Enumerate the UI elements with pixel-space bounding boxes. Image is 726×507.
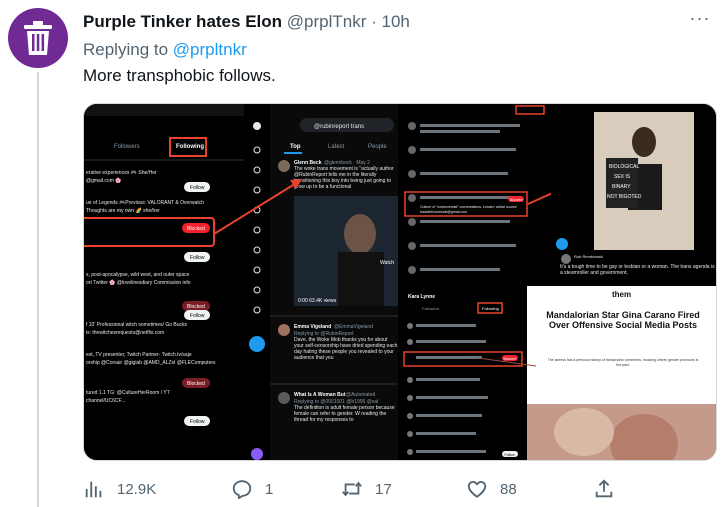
svg-text:Thoughts are my own 🌈 she/her: Thoughts are my own 🌈 she/her bbox=[86, 207, 160, 214]
svg-text:Top: Top bbox=[290, 144, 301, 150]
screenshot-search-results: @rubinreport trans Top Latest People Gle… bbox=[244, 104, 398, 460]
like-button[interactable]: 88 bbox=[466, 474, 517, 504]
svg-text:Kara Lynne: Kara Lynne bbox=[408, 294, 435, 300]
tweet-actions-bar: 12.9K 1 17 88 bbox=[83, 474, 683, 504]
svg-text:Followers: Followers bbox=[114, 144, 140, 150]
svg-text:@gmail.com 🌸: @gmail.com 🌸 bbox=[86, 177, 121, 184]
svg-text:ue of Legends 🎮Previous: VALO: ue of Legends 🎮Previous: VALORANT & Over… bbox=[86, 200, 204, 206]
svg-text:Watch: Watch bbox=[380, 260, 394, 266]
svg-text:BIOLOGICAL: BIOLOGICAL bbox=[609, 164, 640, 170]
svg-text:orship @Corsair @giglab @AMD_A: orship @Corsair @giglab @AMD_ALZsI @FLEC… bbox=[86, 360, 216, 366]
replying-to-line: Replying to @prpltnkr bbox=[83, 40, 247, 60]
screenshot-following-list: Followers Following erative experiences … bbox=[84, 104, 244, 460]
svg-text:@Automated: @Automated bbox=[346, 392, 375, 398]
svg-text:NOT BIGOTED: NOT BIGOTED bbox=[607, 194, 642, 200]
display-name[interactable]: Purple Tinker hates Elon bbox=[83, 12, 282, 31]
svg-text:Follow: Follow bbox=[190, 313, 205, 319]
svg-text:People: People bbox=[368, 144, 387, 150]
tweet-media-collage[interactable]: Followers Following erative experiences … bbox=[83, 103, 717, 461]
reply-button[interactable]: 1 bbox=[231, 474, 273, 504]
views-count: 12.9K bbox=[117, 480, 157, 498]
more-options-button[interactable]: ··· bbox=[688, 9, 712, 32]
svg-text:tradwifehomesale@gmail.com: tradwifehomesale@gmail.com bbox=[420, 210, 467, 214]
tweet-header: Purple Tinker hates Elon @prplTnkr · 10h bbox=[83, 12, 686, 32]
svg-text:Follow: Follow bbox=[505, 453, 516, 457]
screenshot-kara-lynne-following: Kara Lynne Followers Following Blocked F… bbox=[401, 286, 525, 460]
timestamp[interactable]: 10h bbox=[382, 12, 410, 31]
svg-text:What Is A Woman But: What Is A Woman But bbox=[294, 392, 346, 398]
like-count: 88 bbox=[500, 480, 517, 498]
svg-text:f 10' Professional witch somet: f 10' Professional witch sometimes/ Go B… bbox=[86, 322, 187, 328]
share-icon bbox=[595, 479, 613, 498]
heart-icon bbox=[467, 481, 487, 498]
svg-text:@rubinreport trans: @rubinreport trans bbox=[314, 124, 364, 130]
analytics-icon bbox=[85, 481, 102, 498]
retweet-button[interactable]: 17 bbox=[341, 474, 392, 504]
svg-text:Following: Following bbox=[176, 144, 204, 150]
trash-can-icon bbox=[24, 21, 52, 55]
svg-text:Blocked: Blocked bbox=[510, 198, 523, 202]
avatar[interactable] bbox=[8, 8, 68, 68]
svg-text:Follow: Follow bbox=[190, 185, 205, 191]
svg-text:Rob Rembowski: Rob Rembowski bbox=[574, 254, 603, 259]
svg-text:0:00 63.4K views: 0:00 63.4K views bbox=[298, 298, 337, 304]
reply-count: 1 bbox=[265, 480, 274, 498]
svg-text:Blocked: Blocked bbox=[187, 381, 205, 387]
svg-text:Follow: Follow bbox=[190, 255, 205, 261]
screenshot-following-list-2: Blocked Culture of "controversial" conve… bbox=[401, 104, 574, 284]
replying-prefix: Replying to bbox=[83, 40, 169, 59]
svg-text:SEX IS: SEX IS bbox=[614, 174, 631, 180]
svg-text:Blocked: Blocked bbox=[504, 357, 517, 361]
screenshot-sign-photo-tweet: BIOLOGICAL SEX IS BINARY NOT BIGOTED Rob… bbox=[551, 104, 716, 284]
svg-text:ort Twitter 🌸 @lovelinesdiary: ort Twitter 🌸 @lovelinesdiary Commission… bbox=[86, 279, 191, 286]
svg-text:channel/UC6CF...: channel/UC6CF... bbox=[86, 398, 125, 404]
svg-text:@EmmaVigeland: @EmmaVigeland bbox=[334, 324, 373, 330]
thread-line bbox=[37, 72, 39, 507]
replying-mention-link[interactable]: @prpltnkr bbox=[173, 40, 247, 59]
retweet-icon bbox=[342, 481, 362, 497]
svg-text:s, post-apocalypse, wild west,: s, post-apocalypse, wild west, and outer… bbox=[86, 272, 190, 278]
more-dots-icon: ··· bbox=[689, 8, 711, 28]
svg-text:Emma Vigeland: Emma Vigeland bbox=[294, 324, 331, 330]
tweet-text: More transphobic follows. bbox=[83, 66, 276, 85]
svg-text:est, TV presenter, Twitch Part: est, TV presenter, Twitch Partner- Twitc… bbox=[86, 352, 192, 358]
svg-text:Follow: Follow bbox=[190, 419, 205, 425]
svg-text:Blocked: Blocked bbox=[187, 226, 205, 232]
views-button[interactable]: 12.9K bbox=[83, 474, 156, 504]
svg-text:is: thewitchesrequests@netflix: is: thewitchesrequests@netflix.com bbox=[86, 330, 164, 336]
svg-text:Following: Following bbox=[482, 306, 499, 311]
separator-dot: · bbox=[371, 12, 377, 31]
user-handle[interactable]: @prplTnkr bbox=[287, 12, 367, 31]
svg-text:them: them bbox=[612, 290, 631, 299]
share-button[interactable] bbox=[593, 474, 615, 504]
svg-text:Latest: Latest bbox=[328, 144, 345, 150]
svg-text:Followers: Followers bbox=[422, 306, 439, 311]
retweet-count: 17 bbox=[375, 480, 392, 498]
svg-text:Blocked: Blocked bbox=[187, 304, 205, 310]
svg-text:BINARY: BINARY bbox=[612, 184, 631, 190]
reply-icon bbox=[232, 480, 252, 500]
svg-text:tured 1.1 TG: @CultureHerRoom: tured 1.1 TG: @CultureHerRoom / YT bbox=[86, 390, 170, 396]
svg-text:Culture of "controversial" con: Culture of "controversial" conversations… bbox=[420, 205, 517, 209]
svg-text:erative experiences 🎮 She/Her: erative experiences 🎮 She/Her bbox=[86, 170, 157, 176]
